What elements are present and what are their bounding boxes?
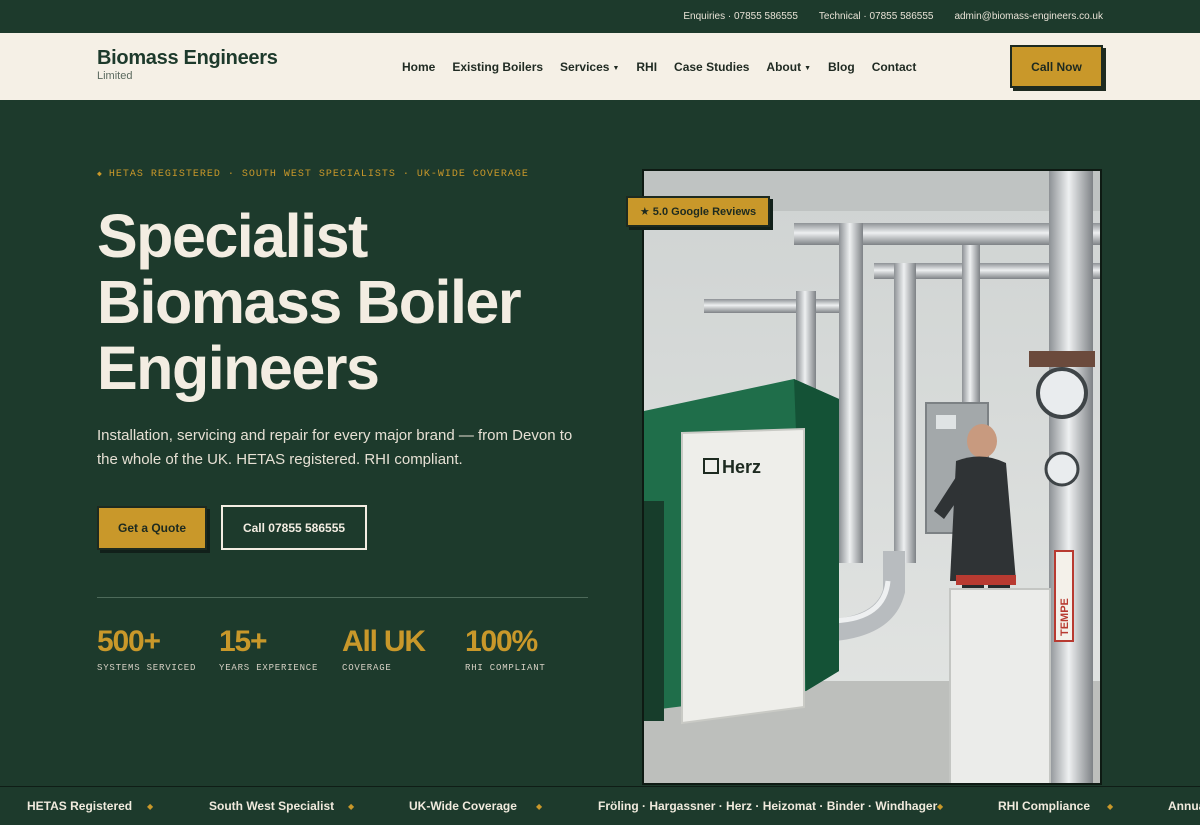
eyebrow-text: HETAS REGISTERED · SOUTH WEST SPECIALIST… xyxy=(108,169,529,180)
logo-name: Biomass Engineers xyxy=(97,47,278,69)
stat-value: 500+ xyxy=(97,625,161,658)
nav-case-studies[interactable]: Case Studies xyxy=(674,60,749,74)
nav-rhi[interactable]: RHI xyxy=(636,60,657,74)
diamond-icon: ◆ xyxy=(937,802,944,811)
call-phone-button[interactable]: Call 07855 586555 xyxy=(221,505,367,550)
stat-label: RHI COMPLIANT xyxy=(465,663,546,673)
boiler-brand-label: Herz xyxy=(722,457,761,477)
nav-contact[interactable]: Contact xyxy=(872,60,917,74)
headline-line-1: Specialist xyxy=(97,202,368,270)
ticker-item: Fröling · Hargassner · Herz · Heizomat ·… xyxy=(598,799,938,813)
ticker-item: UK-Wide Coverage xyxy=(409,799,517,813)
nav-existing-boilers[interactable]: Existing Boilers xyxy=(452,60,543,74)
hero-headline: Specialist Biomass Boiler Engineers xyxy=(97,203,617,401)
contact-email[interactable]: admin@biomass-engineers.co.uk xyxy=(954,11,1103,22)
site-logo[interactable]: Biomass Engineers Limited xyxy=(97,47,278,83)
stat-systems: 500+ SYSTEMS SERVICED xyxy=(97,624,196,673)
technical-phone[interactable]: Technical · 07855 586555 xyxy=(819,11,934,22)
diamond-icon: ◆ xyxy=(1107,802,1114,811)
diamond-icon: ◆ xyxy=(147,802,154,811)
boiler-room-illustration: Herz TEMPE xyxy=(644,171,1100,783)
stat-years: 15+ YEARS EXPERIENCE xyxy=(219,624,318,673)
ticker-item: South West Specialist xyxy=(209,799,335,813)
headline-line-2: Biomass Boiler xyxy=(97,268,522,336)
hero-subtext: Installation, servicing and repair for e… xyxy=(97,424,597,472)
ticker-item: HETAS Registered xyxy=(27,799,133,813)
stat-coverage: All UK COVERAGE xyxy=(342,624,426,673)
enquiries-phone[interactable]: Enquiries · 07855 586555 xyxy=(683,11,798,22)
stat-label: SYSTEMS SERVICED xyxy=(97,663,197,673)
top-contact-bar: Enquiries · 07855 586555 Technical · 078… xyxy=(0,0,1200,33)
call-now-button[interactable]: Call Now xyxy=(1010,45,1103,88)
hero-eyebrow: ◆ HETAS REGISTERED · SOUTH WEST SPECIALIS… xyxy=(97,169,529,180)
main-nav: Home Existing Boilers Services ▼ RHI Case… xyxy=(402,33,916,100)
caret-down-icon: ▼ xyxy=(804,64,812,72)
stats-divider xyxy=(97,597,588,598)
stat-value: 15+ xyxy=(219,625,267,658)
stat-label: COVERAGE xyxy=(342,663,392,673)
features-ticker: HETAS Registered ◆ South West Specialist… xyxy=(0,786,1200,825)
ticker-item: Annual xyxy=(1168,799,1200,813)
get-quote-button[interactable]: Get a Quote xyxy=(97,506,207,550)
headline-line-3: Engineers xyxy=(97,334,380,402)
diamond-icon: ◆ xyxy=(348,802,355,811)
stat-label: YEARS EXPERIENCE xyxy=(219,663,319,673)
nav-blog[interactable]: Blog xyxy=(828,60,855,74)
subtext-line-1: Installation, servicing and repair for e… xyxy=(97,427,573,444)
ticker-item: RHI Compliance xyxy=(998,799,1091,813)
diamond-icon: ◆ xyxy=(536,802,543,811)
nav-about[interactable]: About ▼ xyxy=(766,60,811,74)
pipe-sign-label: TEMPE xyxy=(1059,598,1071,636)
hero-photo-boiler-room: Herz TEMPE xyxy=(642,169,1102,785)
subtext-line-2: the whole of the UK. HETAS registered. R… xyxy=(97,451,463,468)
nav-home[interactable]: Home xyxy=(402,60,435,74)
nav-services[interactable]: Services ▼ xyxy=(560,60,619,74)
stat-value: All UK xyxy=(342,625,426,658)
caret-down-icon: ▼ xyxy=(612,64,620,72)
stat-rhi: 100% RHI COMPLIANT xyxy=(465,624,546,673)
google-reviews-badge: ★ 5.0 Google Reviews xyxy=(626,196,770,227)
stat-value: 100% xyxy=(465,625,538,658)
site-header: Biomass Engineers Limited Home Existing … xyxy=(0,33,1200,100)
logo-subtitle: Limited xyxy=(97,70,133,82)
diamond-icon: ◆ xyxy=(97,170,103,179)
nav-about-label: About xyxy=(766,59,802,74)
nav-services-label: Services xyxy=(560,59,610,74)
